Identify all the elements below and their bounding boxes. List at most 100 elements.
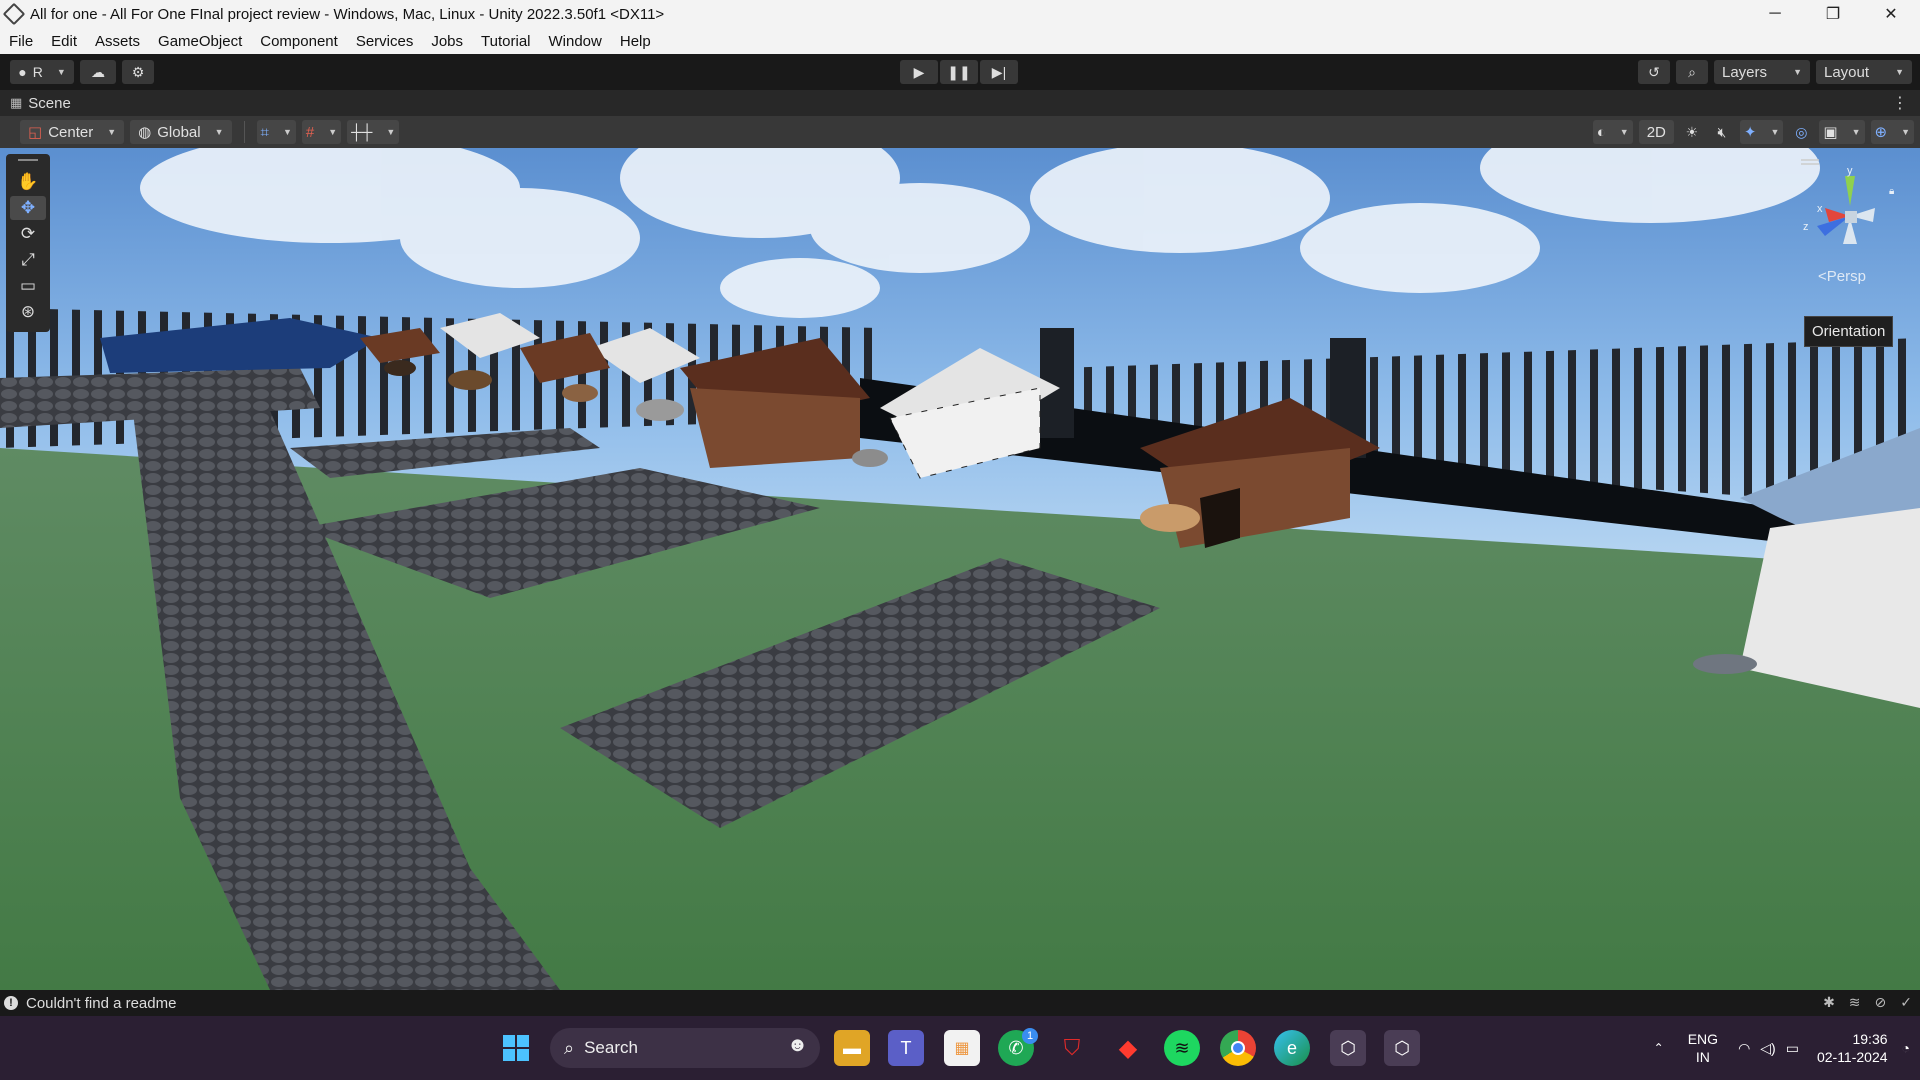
toggle-2d-label: 2D	[1646, 123, 1666, 141]
maximize-button[interactable]: ❐	[1804, 0, 1862, 28]
search-button[interactable]: ⌕	[1676, 60, 1708, 84]
gizmos-dropdown[interactable]: ⊕ ▼	[1870, 120, 1914, 144]
clock-date: 02-11-2024	[1816, 1049, 1888, 1065]
move-tool-icon[interactable]: ✥	[10, 196, 46, 220]
menu-window[interactable]: Window	[540, 33, 611, 50]
scale-tool-icon[interactable]: ⤢	[10, 248, 46, 272]
language-indicator[interactable]: ENG IN	[1688, 1030, 1718, 1066]
lighting-toggle-icon[interactable]: ☀	[1680, 121, 1704, 143]
notification-icon[interactable]: ◔	[1902, 1040, 1910, 1056]
space-dropdown[interactable]: ◍ Global ▼	[130, 120, 232, 144]
ms-store-icon[interactable]: ▦	[944, 1030, 980, 1066]
grid-snap-icon: #	[305, 123, 315, 141]
edge-icon[interactable]: e	[1274, 1030, 1310, 1066]
menu-services[interactable]: Services	[347, 33, 423, 50]
clock-time: 19:36	[1852, 1031, 1888, 1047]
scene-tab-bar: ▦ Scene ⋮	[0, 90, 1920, 116]
more-options-icon[interactable]: ⋮	[1892, 93, 1908, 113]
menu-gameobject[interactable]: GameObject	[149, 33, 251, 50]
windows-logo-icon	[503, 1035, 529, 1061]
chevron-down-icon: ▼	[214, 127, 224, 137]
chevron-down-icon: ▼	[107, 127, 117, 137]
grid-icon: ▦	[10, 95, 23, 110]
pause-icon: ❚❚	[947, 63, 971, 80]
windows-start-icon[interactable]	[498, 1030, 534, 1066]
layers-dropdown[interactable]: Layers ▼	[1714, 60, 1810, 84]
file-explorer-icon[interactable]: ▬	[834, 1030, 870, 1066]
rect-tool-icon[interactable]: ▭	[10, 274, 46, 298]
increment-snap-dropdown[interactable]: ┼┼ ▼	[347, 120, 400, 144]
battery-icon[interactable]: ▭	[1786, 1040, 1799, 1057]
layout-dropdown[interactable]: Layout ▼	[1816, 60, 1912, 84]
clock[interactable]: 19:36 02-11-2024	[1817, 1030, 1888, 1066]
menu-assets[interactable]: Assets	[86, 33, 149, 50]
globe-icon: ◍	[138, 124, 152, 141]
unity-logo-icon	[2, 2, 26, 26]
close-button[interactable]: ✕	[1862, 0, 1920, 28]
unity-hub-icon[interactable]: ⬡	[1330, 1030, 1366, 1066]
projection-label[interactable]: <Persp	[1818, 268, 1866, 285]
account-dropdown[interactable]: ● R ▼	[10, 60, 74, 84]
debug-icon[interactable]: ✱	[1823, 994, 1835, 1011]
rotate-tool-icon[interactable]: ⟳	[10, 222, 46, 246]
menu-help[interactable]: Help	[611, 33, 660, 50]
menu-edit[interactable]: Edit	[42, 33, 86, 50]
check-icon[interactable]: ✓	[1900, 994, 1912, 1011]
ruler-icon: ┼┼	[351, 123, 373, 141]
effects-dropdown[interactable]: ✦ ▼	[1739, 120, 1784, 144]
shading-dropdown[interactable]: ◐ ▼	[1592, 120, 1633, 144]
spotify-icon[interactable]: ≋	[1164, 1030, 1200, 1066]
play-button[interactable]: ▶	[900, 60, 938, 84]
step-icon: ▶|	[991, 63, 1007, 80]
chevron-up-icon[interactable]: ⌃	[1654, 1041, 1664, 1055]
chevron-down-icon: ▼	[386, 127, 396, 137]
toggle-2d-button[interactable]: 2D	[1638, 120, 1674, 144]
cloud-button[interactable]: ☁	[80, 60, 116, 84]
unity-editor-icon[interactable]: ⬡	[1384, 1030, 1420, 1066]
menu-file[interactable]: File	[0, 33, 42, 50]
history-button[interactable]: ↺	[1638, 60, 1670, 84]
gizmos-icon: ⊕	[1874, 124, 1888, 141]
transform-tool-icon[interactable]: ⊛	[10, 300, 46, 324]
pivot-dropdown[interactable]: ◱ Center ▼	[20, 120, 125, 144]
search-icon: ⌕	[564, 1037, 575, 1058]
drag-handle[interactable]	[18, 159, 38, 161]
stack-icon[interactable]: ≋	[1849, 994, 1861, 1011]
audio-toggle-icon[interactable]: 🔇︎	[1710, 121, 1734, 143]
hand-tool-icon[interactable]: ✋	[10, 170, 46, 194]
scene-viewport[interactable]	[0, 148, 1920, 990]
info-icon: !	[4, 996, 18, 1010]
anydesk-icon[interactable]: ◆	[1110, 1030, 1146, 1066]
chevron-down-icon: ▼	[1793, 67, 1802, 77]
snap-dropdown[interactable]: ⌗ ▼	[256, 120, 296, 144]
step-button[interactable]: ▶|	[980, 60, 1018, 84]
menu-tutorial[interactable]: Tutorial	[472, 33, 539, 50]
collab-icon: ⚙	[131, 63, 145, 80]
collab-button[interactable]: ⚙	[122, 60, 154, 84]
minimize-button[interactable]: ─	[1746, 0, 1804, 28]
cloud-icon: ☁	[91, 63, 105, 80]
mcafee-icon[interactable]: ⛉	[1054, 1030, 1090, 1066]
account-label: R	[32, 64, 43, 80]
cache-icon[interactable]: ⊘	[1875, 994, 1887, 1011]
teams-icon[interactable]: T	[888, 1030, 924, 1066]
volume-icon[interactable]: ◁)	[1760, 1040, 1775, 1057]
chevron-down-icon: ▼	[56, 67, 66, 77]
chrome-icon[interactable]	[1220, 1030, 1256, 1066]
taskbar-search[interactable]: ⌕ Search ☻	[550, 1028, 820, 1068]
menu-jobs[interactable]: Jobs	[422, 33, 472, 50]
grid-snap-dropdown[interactable]: # ▼	[301, 120, 342, 144]
status-message[interactable]: Couldn't find a readme	[26, 995, 176, 1012]
pause-button[interactable]: ❚❚	[940, 60, 978, 84]
effects-icon: ✦	[1743, 124, 1757, 141]
wifi-icon[interactable]: ◠	[1738, 1040, 1750, 1057]
food-bowl	[1693, 654, 1757, 674]
lock-icon[interactable]: 🔒︎	[1889, 186, 1894, 197]
y-axis-cone	[1845, 176, 1855, 206]
menu-component[interactable]: Component	[251, 33, 347, 50]
tab-scene[interactable]: Scene	[28, 95, 71, 112]
scene-visibility-icon[interactable]: ◎	[1789, 121, 1813, 143]
camera-dropdown[interactable]: ▣ ▼	[1819, 120, 1865, 144]
language-label: ENG	[1687, 1031, 1719, 1047]
chevron-down-icon: ▼	[1901, 127, 1910, 137]
